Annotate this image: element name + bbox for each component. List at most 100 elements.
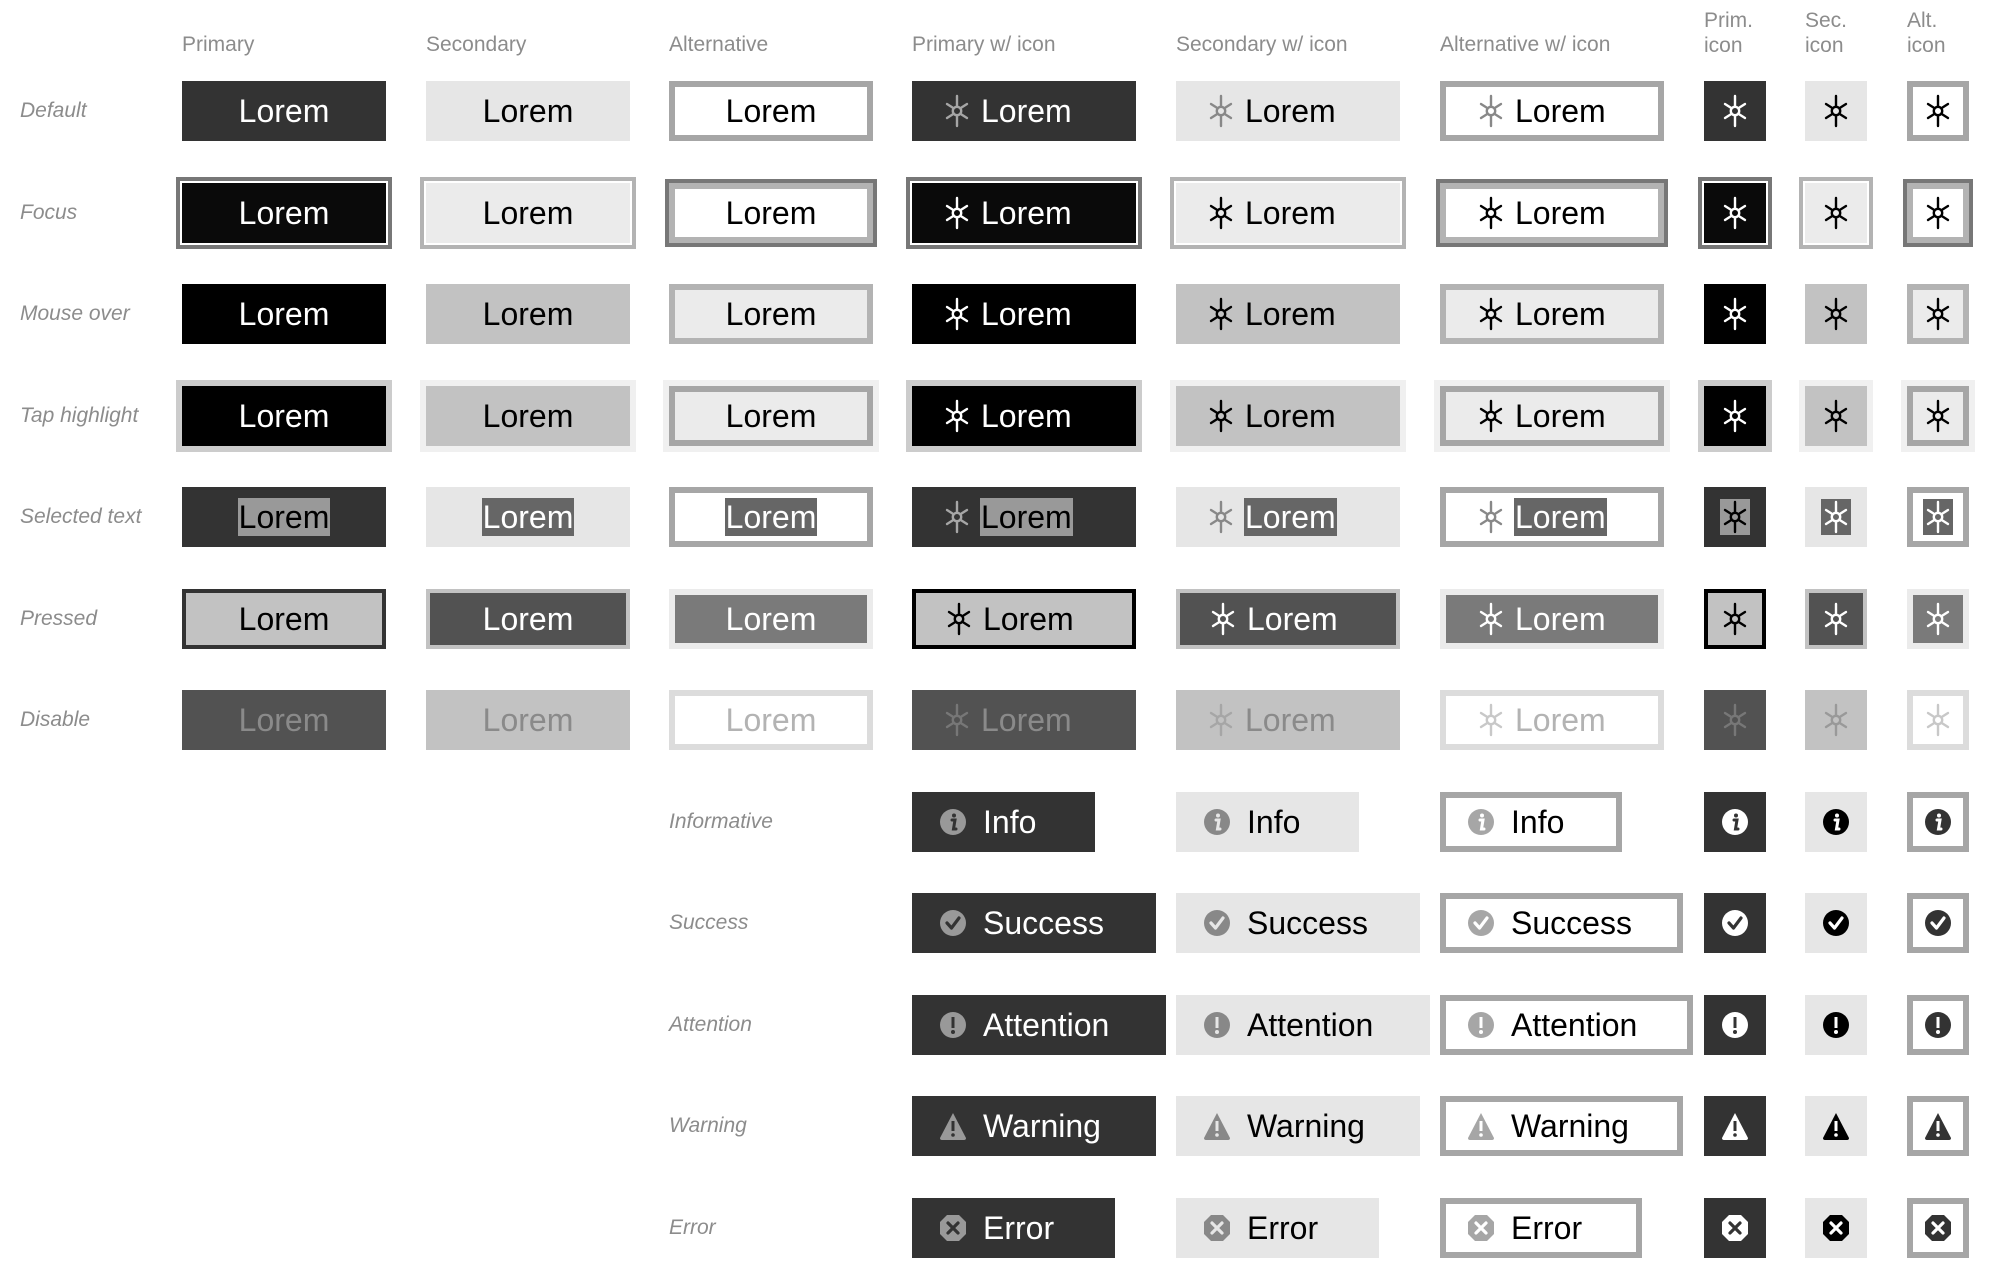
sun-gear-icon: [1722, 399, 1748, 433]
primary-button-selected[interactable]: Lorem: [182, 487, 386, 547]
secondary-icon-only-button-selected[interactable]: [1805, 487, 1867, 547]
primary-attention-button[interactable]: Attention: [912, 994, 1166, 1055]
primary-button-default[interactable]: Lorem: [182, 81, 386, 141]
primary-button-tap[interactable]: Lorem: [182, 385, 386, 446]
alternative-icon-button-mouseover[interactable]: Lorem: [1440, 284, 1664, 344]
primary-icon-only-button-default[interactable]: [1704, 81, 1766, 141]
secondary-error-button[interactable]: Error: [1176, 1197, 1379, 1258]
secondary-icon-only-button-mouseover[interactable]: [1805, 284, 1867, 344]
secondary-button-disable[interactable]: Lorem: [426, 690, 630, 750]
alternative-button-selected[interactable]: Lorem: [669, 487, 873, 547]
alternative-button-disable[interactable]: Lorem: [669, 690, 873, 750]
secondary-icon-only-info-button[interactable]: [1805, 791, 1867, 852]
secondary-attention-button[interactable]: Attention: [1176, 994, 1430, 1055]
alternative-attention-button[interactable]: Attention: [1440, 994, 1693, 1055]
alternative-icon-only-button-mouseover[interactable]: [1907, 284, 1969, 344]
secondary-button-pressed[interactable]: Lorem: [426, 588, 630, 649]
primary-button-disable[interactable]: Lorem: [182, 690, 386, 750]
primary-error-button[interactable]: Error: [912, 1197, 1115, 1258]
secondary-icon-button-disable[interactable]: Lorem: [1176, 690, 1400, 750]
secondary-icon-button-tap[interactable]: Lorem: [1176, 385, 1400, 446]
primary-button-focus[interactable]: Lorem: [176, 176, 392, 249]
secondary-icon-only-attention-button[interactable]: [1805, 994, 1867, 1055]
primary-warning-button[interactable]: Warning: [912, 1096, 1156, 1156]
sun-gear-icon: [1208, 297, 1234, 331]
button-label: Lorem: [1515, 194, 1606, 231]
primary-icon-button-pressed[interactable]: Lorem: [912, 588, 1136, 649]
primary-icon-only-button-disable[interactable]: [1704, 690, 1766, 750]
secondary-icon-button-selected[interactable]: Lorem: [1176, 487, 1400, 547]
alternative-info-button[interactable]: Info: [1440, 791, 1622, 852]
secondary-button-focus[interactable]: Lorem: [420, 176, 636, 249]
alternative-icon-only-attention-button[interactable]: [1907, 994, 1969, 1055]
primary-icon-only-success-button[interactable]: [1704, 893, 1766, 953]
secondary-button-selected[interactable]: Lorem: [426, 487, 630, 547]
primary-icon-button-focus[interactable]: Lorem: [906, 176, 1142, 249]
alternative-icon-only-button-tap[interactable]: [1907, 385, 1969, 446]
alternative-error-button[interactable]: Error: [1440, 1197, 1642, 1258]
alternative-icon-button-disable[interactable]: Lorem: [1440, 690, 1664, 750]
alternative-icon-button-selected[interactable]: Lorem: [1440, 487, 1664, 547]
button-label: Lorem: [983, 600, 1074, 637]
secondary-icon-button-mouseover[interactable]: Lorem: [1176, 284, 1400, 344]
primary-icon-button-selected[interactable]: Lorem: [912, 487, 1136, 547]
primary-icon-button-disable[interactable]: Lorem: [912, 690, 1136, 750]
primary-icon-button-tap[interactable]: Lorem: [912, 385, 1136, 446]
secondary-button-tap[interactable]: Lorem: [426, 385, 630, 446]
primary-success-button[interactable]: Success: [912, 893, 1156, 953]
sun-gear-icon: [1722, 297, 1748, 331]
secondary-icon-only-button-disable[interactable]: [1805, 690, 1867, 750]
alternative-icon-only-success-button[interactable]: [1907, 893, 1969, 953]
secondary-icon-only-success-button[interactable]: [1805, 893, 1867, 953]
secondary-success-button[interactable]: Success: [1176, 893, 1420, 953]
primary-icon-only-warning-button[interactable]: [1704, 1096, 1766, 1156]
primary-icon-only-info-button[interactable]: [1704, 791, 1766, 852]
button-label: Lorem: [1247, 600, 1338, 637]
alternative-icon-button-focus[interactable]: Lorem: [1436, 178, 1668, 247]
alternative-button-pressed[interactable]: Lorem: [669, 588, 873, 649]
alternative-warning-button[interactable]: Warning: [1440, 1096, 1683, 1156]
secondary-icon-only-error-button[interactable]: [1805, 1197, 1867, 1258]
alternative-button-tap[interactable]: Lorem: [669, 385, 873, 446]
secondary-button-mouseover[interactable]: Lorem: [426, 284, 630, 344]
secondary-icon-only-button-pressed[interactable]: [1805, 588, 1867, 649]
alternative-icon-only-error-button[interactable]: [1907, 1197, 1969, 1258]
primary-icon-only-button-mouseover[interactable]: [1704, 284, 1766, 344]
secondary-info-button[interactable]: Info: [1176, 791, 1359, 852]
primary-icon-only-button-pressed[interactable]: [1704, 588, 1766, 649]
primary-icon-only-button-selected[interactable]: [1704, 487, 1766, 547]
alternative-button-default[interactable]: Lorem: [669, 81, 873, 141]
button-label: Lorem: [981, 296, 1072, 332]
alternative-icon-only-button-focus[interactable]: [1903, 178, 1973, 247]
alternative-button-focus[interactable]: Lorem: [665, 178, 877, 247]
alternative-success-button[interactable]: Success: [1440, 893, 1683, 953]
primary-info-button[interactable]: Info: [912, 791, 1095, 852]
primary-button-pressed[interactable]: Lorem: [182, 588, 386, 649]
secondary-icon-button-pressed[interactable]: Lorem: [1176, 588, 1400, 649]
secondary-icon-only-warning-button[interactable]: [1805, 1096, 1867, 1156]
primary-button-mouseover[interactable]: Lorem: [182, 284, 386, 344]
alternative-icon-only-button-pressed[interactable]: [1907, 588, 1969, 649]
alternative-icon-only-button-default[interactable]: [1907, 81, 1969, 141]
primary-icon-only-error-button[interactable]: [1704, 1197, 1766, 1258]
primary-icon-only-button-tap[interactable]: [1704, 385, 1766, 446]
primary-icon-button-default[interactable]: Lorem: [912, 81, 1136, 141]
secondary-icon-only-button-default[interactable]: [1805, 81, 1867, 141]
alternative-icon-button-tap[interactable]: Lorem: [1440, 385, 1664, 446]
primary-icon-only-button-focus[interactable]: [1698, 176, 1772, 249]
primary-icon-button-mouseover[interactable]: Lorem: [912, 284, 1136, 344]
secondary-button-default[interactable]: Lorem: [426, 81, 630, 141]
alternative-icon-only-button-disable[interactable]: [1907, 690, 1969, 750]
alternative-icon-button-pressed[interactable]: Lorem: [1440, 588, 1664, 649]
alternative-button-mouseover[interactable]: Lorem: [669, 284, 873, 344]
secondary-icon-only-button-tap[interactable]: [1805, 385, 1867, 446]
alternative-icon-only-button-selected[interactable]: [1907, 487, 1969, 547]
alternative-icon-button-default[interactable]: Lorem: [1440, 81, 1664, 141]
secondary-icon-button-focus[interactable]: Lorem: [1170, 176, 1406, 249]
primary-icon-only-attention-button[interactable]: [1704, 994, 1766, 1055]
alternative-icon-only-warning-button[interactable]: [1907, 1096, 1969, 1156]
secondary-warning-button[interactable]: Warning: [1176, 1096, 1420, 1156]
alternative-icon-only-info-button[interactable]: [1907, 791, 1969, 852]
secondary-icon-button-default[interactable]: Lorem: [1176, 81, 1400, 141]
secondary-icon-only-button-focus[interactable]: [1799, 176, 1873, 249]
